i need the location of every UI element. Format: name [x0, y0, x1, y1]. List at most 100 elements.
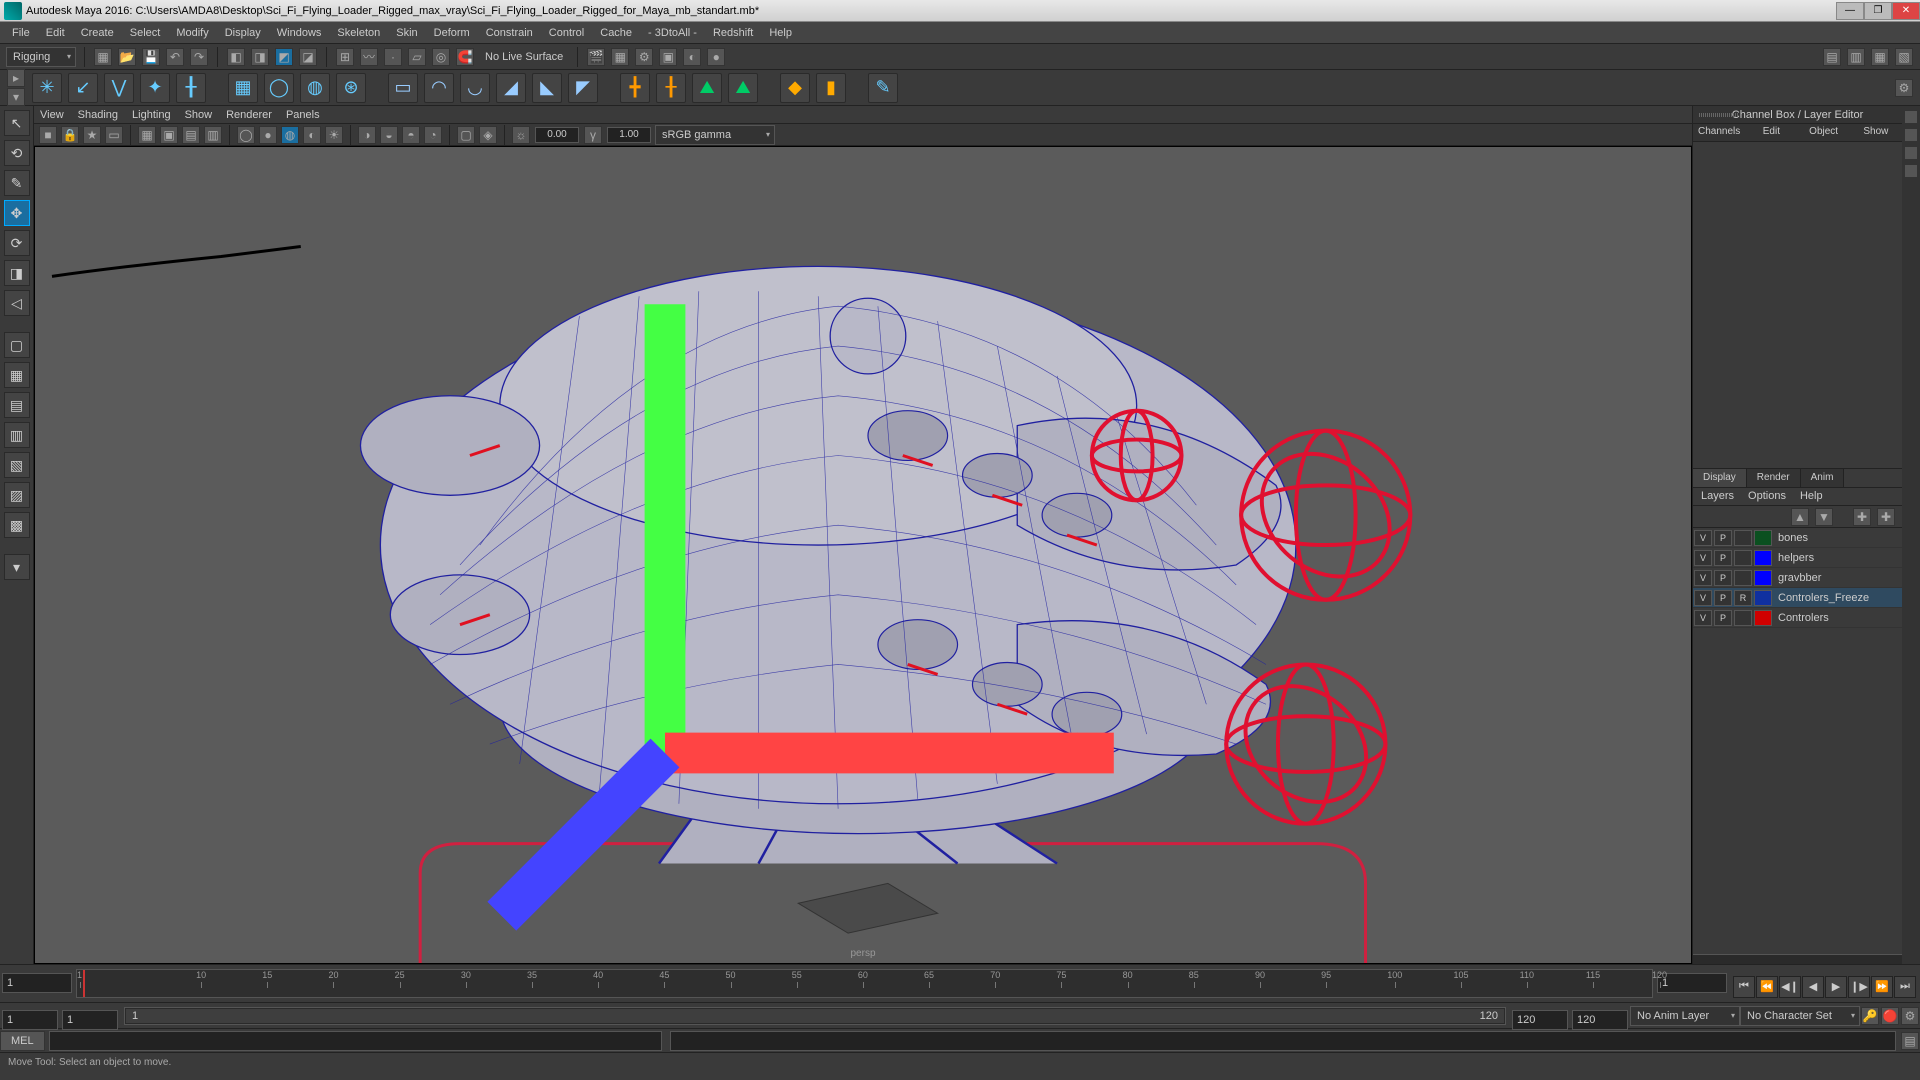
script-editor-icon[interactable]: ▤	[1901, 1032, 1919, 1050]
wrap-icon[interactable]: ⊛	[336, 73, 366, 103]
tab-render[interactable]: Render	[1747, 469, 1801, 487]
vp-lock-camera-icon[interactable]: 🔒	[61, 126, 79, 144]
tab-display[interactable]: Display	[1693, 469, 1747, 487]
pref-icon[interactable]: ⚙	[1901, 1007, 1919, 1025]
channel-box-toggle-icon[interactable]	[1904, 146, 1918, 160]
rotate-tool[interactable]: ⟳	[4, 230, 30, 256]
range-end-inner[interactable]	[1512, 1010, 1568, 1030]
new-layer-icon[interactable]: ✚	[1853, 508, 1871, 526]
tab-anim[interactable]: Anim	[1801, 469, 1845, 487]
snap-point-icon[interactable]: ·	[384, 48, 402, 66]
two-pane-stack-icon[interactable]: ▥	[4, 422, 30, 448]
attr-editor-toggle-icon[interactable]	[1904, 110, 1918, 124]
layer-playback-toggle[interactable]: P	[1714, 610, 1732, 626]
detach-skin-icon[interactable]: ◠	[424, 73, 454, 103]
vp-wireframe-icon[interactable]: ◯	[237, 126, 255, 144]
snap-curve-icon[interactable]: 〰	[360, 48, 378, 66]
orient-joint-icon[interactable]: ✦	[140, 73, 170, 103]
save-scene-icon[interactable]: 💾	[142, 48, 160, 66]
step-back-key-icon[interactable]: ⏪	[1756, 976, 1778, 998]
vp-isolate-icon[interactable]: ▢	[457, 126, 475, 144]
open-scene-icon[interactable]: 📂	[118, 48, 136, 66]
menu-windows[interactable]: Windows	[269, 27, 330, 39]
current-frame-right[interactable]	[1657, 973, 1727, 993]
auto-key-icon[interactable]: 🔑	[1861, 1007, 1879, 1025]
joint-tool-icon[interactable]: ✳	[32, 73, 62, 103]
command-lang-button[interactable]: MEL	[0, 1031, 45, 1051]
menu-deform[interactable]: Deform	[426, 27, 478, 39]
vp-bookmarks-icon[interactable]: ★	[83, 126, 101, 144]
panel-layout-2-icon[interactable]: ▥	[1847, 48, 1865, 66]
tab-show[interactable]: Show	[1850, 124, 1902, 141]
layer-color-swatch[interactable]	[1754, 550, 1772, 566]
vp-ao-icon[interactable]: ◒	[380, 126, 398, 144]
layer-reference-toggle[interactable]	[1734, 530, 1752, 546]
layer-scrollbar[interactable]	[1693, 954, 1902, 964]
cluster-icon[interactable]: ◯	[264, 73, 294, 103]
layer-name[interactable]: Controlers	[1774, 612, 1902, 624]
vp-grid-icon[interactable]: ▦	[138, 126, 156, 144]
panel-layout-3-icon[interactable]: ▦	[1871, 48, 1889, 66]
viewport[interactable]: persp	[34, 146, 1692, 964]
render-settings-icon[interactable]: ⚙	[635, 48, 653, 66]
layer-row[interactable]: VPhelpers	[1693, 548, 1902, 568]
vp-wire-on-shaded-icon[interactable]: ◍	[281, 126, 299, 144]
vp-resolution-gate-icon[interactable]: ▥	[204, 126, 222, 144]
exposure-value[interactable]: 0.00	[535, 127, 579, 143]
current-frame-left[interactable]	[2, 973, 72, 993]
layer-name[interactable]: bones	[1774, 532, 1902, 544]
vp-textured-icon[interactable]: ◐	[303, 126, 321, 144]
four-pane-icon[interactable]: ▦	[4, 362, 30, 388]
menu-edit[interactable]: Edit	[38, 27, 73, 39]
shelf-tab-icon[interactable]: ▸	[7, 69, 25, 87]
range-slider[interactable]: 1 120	[124, 1007, 1506, 1025]
persp-pane-icon[interactable]: ▩	[4, 512, 30, 538]
layer-playback-toggle[interactable]: P	[1714, 590, 1732, 606]
snap-live-icon[interactable]: ◎	[432, 48, 450, 66]
lasso-tool[interactable]: ⟲	[4, 140, 30, 166]
vp-menu-panels[interactable]: Panels	[286, 109, 320, 121]
layer-visibility-toggle[interactable]: V	[1694, 610, 1712, 626]
command-input[interactable]	[49, 1031, 663, 1051]
layer-row[interactable]: VPbones	[1693, 528, 1902, 548]
layer-row[interactable]: VP Controlers	[1693, 608, 1902, 628]
range-start-outer[interactable]	[2, 1010, 58, 1030]
select-mask-icon[interactable]: ◪	[299, 48, 317, 66]
panel-layout-1-icon[interactable]: ▤	[1823, 48, 1841, 66]
prune-weights-icon[interactable]: ◤	[568, 73, 598, 103]
layer-reference-toggle[interactable]	[1734, 550, 1752, 566]
expand-icon[interactable]: ▾	[4, 554, 30, 580]
vp-gate-mask-icon[interactable]: ▤	[182, 126, 200, 144]
select-object-icon[interactable]: ◨	[251, 48, 269, 66]
menu-3dtoall[interactable]: - 3DtoAll -	[640, 27, 705, 39]
human-ik-icon[interactable]: ⛰	[692, 73, 722, 103]
range-start-inner[interactable]	[62, 1010, 118, 1030]
vp-menu-show[interactable]: Show	[185, 109, 213, 121]
tab-edit[interactable]: Edit	[1745, 124, 1797, 141]
menu-control[interactable]: Control	[541, 27, 592, 39]
menu-modify[interactable]: Modify	[168, 27, 216, 39]
workspace-dropdown[interactable]: Rigging	[6, 47, 76, 67]
outliner-pane-icon[interactable]: ▨	[4, 482, 30, 508]
shelf-menu-icon[interactable]: ▾	[7, 88, 25, 106]
menu-skin[interactable]: Skin	[388, 27, 425, 39]
hypershade-icon[interactable]: ◐	[683, 48, 701, 66]
layer-reference-toggle[interactable]: R	[1734, 590, 1752, 606]
undo-icon[interactable]: ↶	[166, 48, 184, 66]
layer-playback-toggle[interactable]: P	[1714, 530, 1732, 546]
pose-editor-icon[interactable]: ▮	[816, 73, 846, 103]
paint-effects-icon[interactable]: ✎	[868, 73, 898, 103]
layer-playback-toggle[interactable]: P	[1714, 570, 1732, 586]
quick-rig-icon[interactable]: ⛰	[728, 73, 758, 103]
colorspace-dropdown[interactable]: sRGB gamma	[655, 125, 775, 145]
make-live-icon[interactable]: 🧲	[456, 48, 474, 66]
shelf-options-icon[interactable]: ⚙	[1895, 79, 1913, 97]
layer-reference-toggle[interactable]	[1734, 610, 1752, 626]
layer-color-swatch[interactable]	[1754, 610, 1772, 626]
layer-name[interactable]: gravbber	[1774, 572, 1902, 584]
layer-color-swatch[interactable]	[1754, 530, 1772, 546]
select-component-icon[interactable]: ◩	[275, 48, 293, 66]
three-pane-icon[interactable]: ▧	[4, 452, 30, 478]
layer-name[interactable]: helpers	[1774, 552, 1902, 564]
vp-aa-icon[interactable]: ◔	[424, 126, 442, 144]
